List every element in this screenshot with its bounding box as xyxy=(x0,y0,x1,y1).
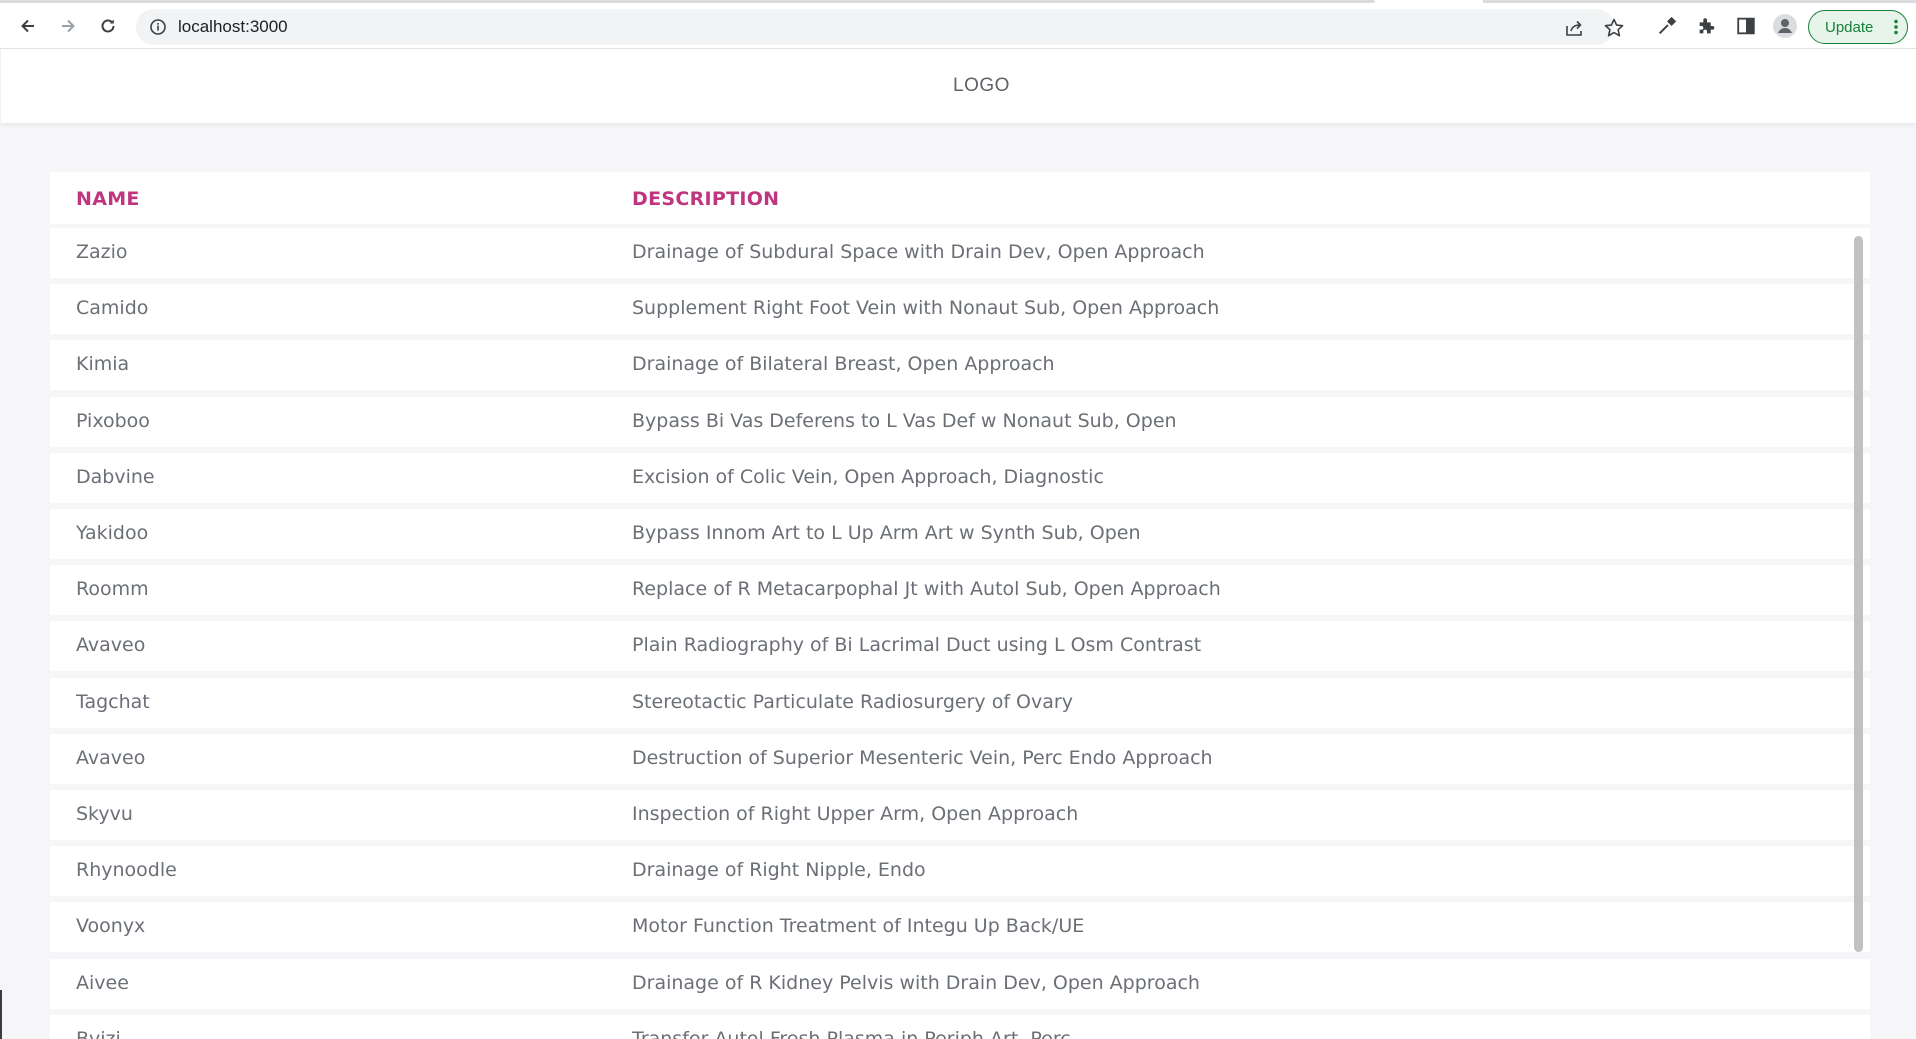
cell-name: Pixoboo xyxy=(76,410,150,432)
puzzle-icon[interactable] xyxy=(1694,13,1720,39)
eyedropper-icon[interactable] xyxy=(1654,13,1680,39)
cell-name: Aivee xyxy=(76,972,129,994)
browser-toolbar: localhost:3000 Update xyxy=(0,3,1916,49)
cell-name: Bvizi xyxy=(76,1028,121,1039)
cell-name: Camido xyxy=(76,297,149,319)
cell-description: Bypass Bi Vas Deferens to L Vas Def w No… xyxy=(632,410,1177,432)
window-edge xyxy=(0,990,2,1039)
cell-description: Bypass Innom Art to L Up Arm Art w Synth… xyxy=(632,522,1141,544)
cell-name: Yakidoo xyxy=(76,522,149,544)
table-header: NAME DESCRIPTION xyxy=(50,172,1870,224)
update-button[interactable]: Update xyxy=(1808,10,1908,44)
table-row[interactable]: Dabvine Excision of Colic Vein, Open Appr… xyxy=(50,453,1870,503)
star-icon[interactable] xyxy=(1603,17,1625,39)
table-row[interactable]: Yakidoo Bypass Innom Art to L Up Arm Art … xyxy=(50,509,1870,559)
update-label: Update xyxy=(1825,18,1874,36)
cell-description: Drainage of Subdural Space with Drain De… xyxy=(632,241,1205,263)
table-row[interactable]: Skyvu Inspection of Right Upper Arm, Open… xyxy=(50,790,1870,840)
cell-description: Motor Function Treatment of Integu Up Ba… xyxy=(632,915,1085,937)
arrow-left-icon[interactable] xyxy=(13,11,43,41)
column-header-name[interactable]: NAME xyxy=(76,188,140,210)
reload-icon[interactable] xyxy=(93,11,123,41)
cell-description: Replace of R Metacarpophal Jt with Autol… xyxy=(632,578,1221,600)
cell-description: Inspection of Right Upper Arm, Open Appr… xyxy=(632,803,1079,825)
kebab-menu-icon[interactable] xyxy=(1893,19,1899,35)
table-row[interactable]: Avaveo Plain Radiography of Bi Lacrimal D… xyxy=(50,621,1870,671)
cell-name: Avaveo xyxy=(76,634,146,656)
table-row[interactable]: Pixoboo Bypass Bi Vas Deferens to L Vas D… xyxy=(50,397,1870,447)
table-row[interactable]: Camido Supplement Right Foot Vein with No… xyxy=(50,284,1870,334)
table-row[interactable]: Zazio Drainage of Subdural Space with Dra… xyxy=(50,228,1870,278)
share-icon[interactable] xyxy=(1563,17,1585,39)
cell-name: Kimia xyxy=(76,353,130,375)
cell-name: Rhynoodle xyxy=(76,859,177,881)
cell-description: Transfer Autol Fresh Plasma in Periph Ar… xyxy=(632,1028,1071,1039)
column-header-description[interactable]: DESCRIPTION xyxy=(632,188,779,210)
table-row[interactable]: Kimia Drainage of Bilateral Breast, Open … xyxy=(50,340,1870,390)
side-panel-icon[interactable] xyxy=(1733,13,1759,39)
cell-name: Skyvu xyxy=(76,803,133,825)
cell-description: Excision of Colic Vein, Open Approach, D… xyxy=(632,466,1104,488)
app-header: LOGO xyxy=(1,49,1916,123)
profile-avatar-icon[interactable] xyxy=(1772,13,1798,39)
scrollbar-thumb[interactable] xyxy=(1854,236,1863,952)
table-row[interactable]: Tagchat Stereotactic Particulate Radiosur… xyxy=(50,678,1870,728)
cell-description: Stereotactic Particulate Radiosurgery of… xyxy=(632,691,1073,713)
table-row[interactable]: Roomm Replace of R Metacarpophal Jt with … xyxy=(50,565,1870,615)
cell-description: Drainage of Right Nipple, Endo xyxy=(632,859,926,881)
cell-name: Tagchat xyxy=(76,691,150,713)
cell-name: Roomm xyxy=(76,578,149,600)
cell-name: Zazio xyxy=(76,241,128,263)
cell-description: Drainage of R Kidney Pelvis with Drain D… xyxy=(632,972,1200,994)
table-row[interactable]: Voonyx Motor Function Treatment of Integu… xyxy=(50,902,1870,952)
table-row[interactable]: Bvizi Transfer Autol Fresh Plasma in Peri… xyxy=(50,1015,1870,1039)
info-icon[interactable] xyxy=(149,18,167,36)
logo[interactable]: LOGO xyxy=(907,75,1010,97)
table-row[interactable]: Rhynoodle Drainage of Right Nipple, Endo xyxy=(50,846,1870,896)
arrow-right-icon[interactable] xyxy=(53,11,83,41)
table-row[interactable]: Avaveo Destruction of Superior Mesenteric… xyxy=(50,734,1870,784)
cell-description: Supplement Right Foot Vein with Nonaut S… xyxy=(632,297,1220,319)
cell-name: Dabvine xyxy=(76,466,155,488)
cell-name: Voonyx xyxy=(76,915,146,937)
cell-name: Avaveo xyxy=(76,747,146,769)
cell-description: Plain Radiography of Bi Lacrimal Duct us… xyxy=(632,634,1202,656)
cell-description: Destruction of Superior Mesenteric Vein,… xyxy=(632,747,1213,769)
table-row[interactable]: Aivee Drainage of R Kidney Pelvis with Dr… xyxy=(50,959,1870,1009)
table-body[interactable]: Zazio Drainage of Subdural Space with Dra… xyxy=(50,228,1870,1039)
cell-description: Drainage of Bilateral Breast, Open Appro… xyxy=(632,353,1055,375)
address-bar[interactable]: localhost:3000 xyxy=(136,9,1624,45)
url-text[interactable]: localhost:3000 xyxy=(178,17,288,37)
